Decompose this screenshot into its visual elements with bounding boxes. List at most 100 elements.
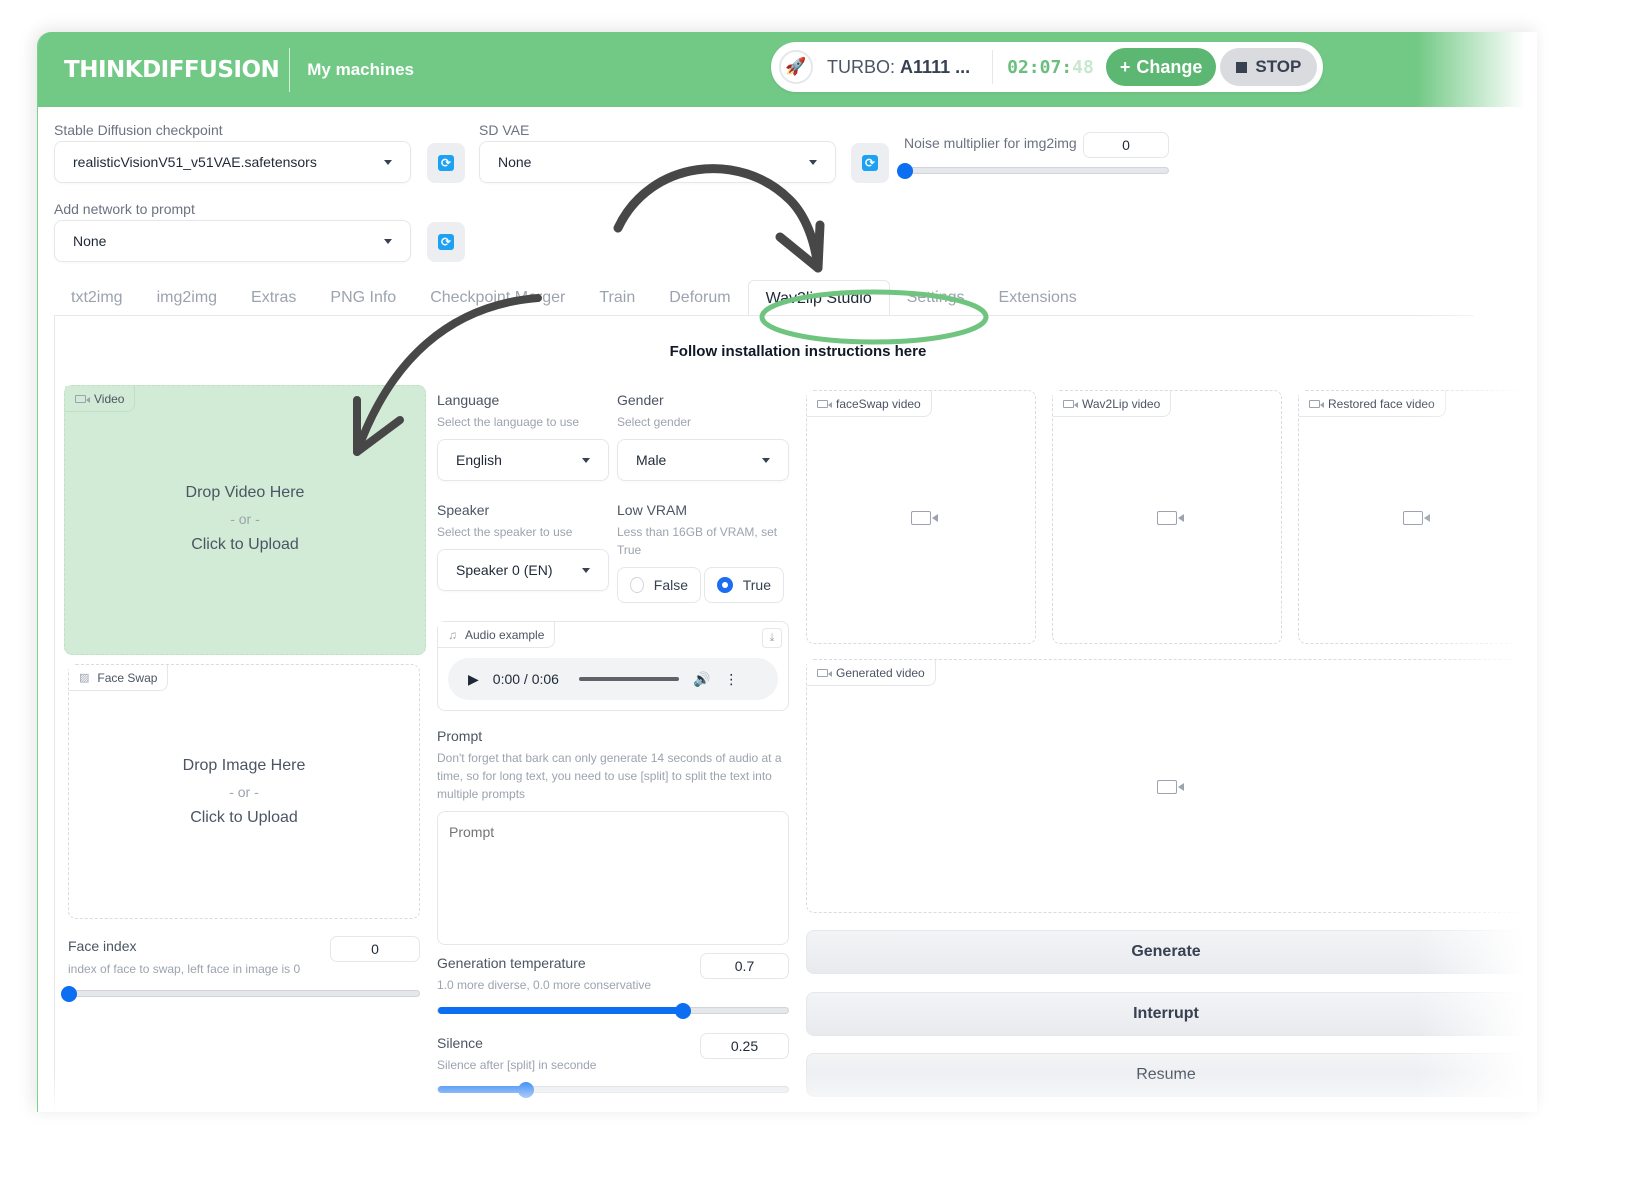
refresh-vae-button[interactable]: ⟳: [851, 143, 889, 183]
video-placeholder-icon: [1157, 780, 1184, 794]
refresh-icon: ⟳: [438, 155, 454, 171]
face-swap-upload-dropzone[interactable]: ▨ Face Swap Drop Image Here - or - Click…: [68, 664, 420, 919]
noise-input[interactable]: 0: [1083, 132, 1169, 158]
tab-img2img[interactable]: img2img: [140, 280, 234, 316]
gender-dropdown[interactable]: Male: [617, 439, 789, 481]
language-info: Select the language to use: [437, 415, 580, 429]
slider-thumb[interactable]: [61, 986, 77, 1002]
machine-name: A1111 ...: [900, 56, 971, 77]
stop-machine-button[interactable]: STOP: [1220, 48, 1318, 86]
true-label: True: [742, 577, 771, 593]
machine-status-pill: 🚀 TURBO: A1111 ... 02:07:48 + Change STO…: [771, 42, 1323, 92]
gender-info: Select gender: [617, 415, 692, 429]
image-icon: ▨: [79, 672, 90, 684]
low-vram-false-option[interactable]: False: [617, 567, 701, 603]
machine-tier: TURBO:: [827, 56, 896, 77]
tab-train[interactable]: Train: [582, 280, 652, 316]
tab-wav2lip-studio[interactable]: Wav2lip Studio: [747, 280, 890, 316]
noise-slider[interactable]: [897, 163, 1169, 179]
generated-video-label: Generated video: [836, 665, 925, 680]
noise-label: Noise multiplier for img2img: [904, 135, 1077, 151]
rocket-icon: 🚀: [779, 50, 813, 84]
video-tag-label: Video: [94, 391, 125, 406]
app-window: THINKDIFFUSION My machines 🚀 TURBO: A111…: [37, 32, 1537, 1112]
faceswap-video-tag: faceSwap video: [807, 391, 932, 417]
interrupt-button[interactable]: Interrupt: [806, 992, 1526, 1036]
tab-divider: [54, 315, 1474, 316]
low-vram-true-option[interactable]: True: [704, 567, 784, 603]
more-options-icon[interactable]: ⋮: [724, 671, 738, 688]
refresh-network-button[interactable]: ⟳: [427, 222, 465, 262]
refresh-checkpoint-button[interactable]: ⟳: [427, 143, 465, 183]
silence-input[interactable]: 0.25: [700, 1033, 789, 1059]
low-vram-info: Less than 16GB of VRAM, set True: [617, 525, 778, 557]
face-index-input[interactable]: 0: [330, 936, 420, 962]
my-machines-link[interactable]: My machines: [307, 60, 414, 80]
vae-dropdown[interactable]: None: [479, 141, 836, 183]
thinkdiffusion-logo[interactable]: THINKDIFFUSION: [64, 57, 280, 83]
face-index-slider[interactable]: [61, 986, 420, 1002]
audio-time: 0:00 / 0:06: [492, 671, 559, 687]
timer-seconds: 48: [1072, 56, 1094, 78]
gender-value: Male: [636, 452, 667, 468]
speaker-dropdown[interactable]: Speaker 0 (EN): [437, 549, 609, 591]
video-icon: [817, 399, 832, 408]
caret-down-icon: [762, 457, 770, 463]
change-label: Change: [1136, 56, 1203, 77]
slider-fill: [438, 1007, 683, 1014]
volume-icon[interactable]: 🔊: [693, 671, 710, 688]
prompt-input[interactable]: [437, 811, 789, 945]
temperature-input[interactable]: 0.7: [700, 953, 789, 979]
machine-label: TURBO: A1111 ...: [827, 57, 970, 78]
tab-settings[interactable]: Settings: [890, 280, 982, 316]
faceswap-video-output: faceSwap video: [806, 390, 1036, 644]
or-text: - or -: [229, 784, 259, 800]
pill-divider: [992, 50, 994, 84]
wav2lip-video-output: Wav2Lip video: [1052, 390, 1282, 644]
checkpoint-label: Stable Diffusion checkpoint: [54, 122, 223, 138]
temperature-slider[interactable]: [437, 1003, 789, 1019]
tab-deforum[interactable]: Deforum: [652, 280, 747, 316]
prompt-info: Don't forget that bark can only generate…: [437, 751, 782, 801]
video-upload-dropzone[interactable]: Video Drop Video Here - or - Click to Up…: [64, 385, 426, 655]
speaker-info: Select the speaker to use: [437, 525, 573, 539]
slider-thumb[interactable]: [897, 163, 913, 179]
slider-fill: [438, 1086, 526, 1093]
slider-thumb[interactable]: [517, 1082, 534, 1098]
play-icon[interactable]: ▶: [468, 671, 479, 688]
caret-down-icon: [809, 159, 817, 165]
generated-video-output: Generated video: [806, 659, 1526, 913]
audio-progress-bar[interactable]: [578, 677, 679, 681]
refresh-icon: ⟳: [438, 234, 454, 250]
face-swap-upload-text: Drop Image Here - or - Click to Upload: [69, 753, 419, 831]
temperature-info: 1.0 more diverse, 0.0 more conservative: [437, 978, 652, 992]
audio-example-panel: ♫ Audio example ⤓ ▶ 0:00 / 0:06 🔊 ⋮: [437, 621, 789, 711]
drop-video-text: Drop Video Here: [185, 484, 305, 501]
gender-label: Gender: [617, 392, 664, 408]
language-dropdown[interactable]: English: [437, 439, 609, 481]
language-label: Language: [437, 392, 500, 408]
tab-extras[interactable]: Extras: [234, 280, 313, 316]
radio-checked-icon[interactable]: [717, 577, 733, 593]
drop-image-text: Drop Image Here: [182, 757, 306, 774]
silence-slider[interactable]: [437, 1082, 789, 1098]
generate-button[interactable]: Generate: [806, 930, 1526, 974]
tab-png-info[interactable]: PNG Info: [313, 280, 413, 316]
checkpoint-dropdown[interactable]: realisticVisionV51_v51VAE.safetensors: [54, 141, 411, 183]
tab-checkpoint-merger[interactable]: Checkpoint Merger: [413, 280, 582, 316]
faceswap-video-label: faceSwap video: [836, 396, 921, 411]
network-dropdown[interactable]: None: [54, 220, 411, 262]
slider-thumb[interactable]: [675, 1003, 691, 1019]
language-value: English: [456, 452, 502, 468]
tab-extensions[interactable]: Extensions: [982, 280, 1094, 316]
install-instructions-link[interactable]: Follow installation instructions here: [38, 343, 1537, 360]
resume-button[interactable]: Resume: [806, 1053, 1526, 1097]
video-tag: Video: [65, 386, 136, 412]
download-icon[interactable]: ⤓: [762, 628, 782, 648]
radio-unchecked-icon[interactable]: [630, 577, 644, 593]
video-placeholder-icon: [1403, 511, 1430, 525]
refresh-icon: ⟳: [862, 155, 878, 171]
change-machine-button[interactable]: + Change: [1105, 48, 1217, 86]
audio-player: ▶ 0:00 / 0:06 🔊 ⋮: [448, 658, 778, 700]
tab-txt2img[interactable]: txt2img: [54, 280, 140, 316]
